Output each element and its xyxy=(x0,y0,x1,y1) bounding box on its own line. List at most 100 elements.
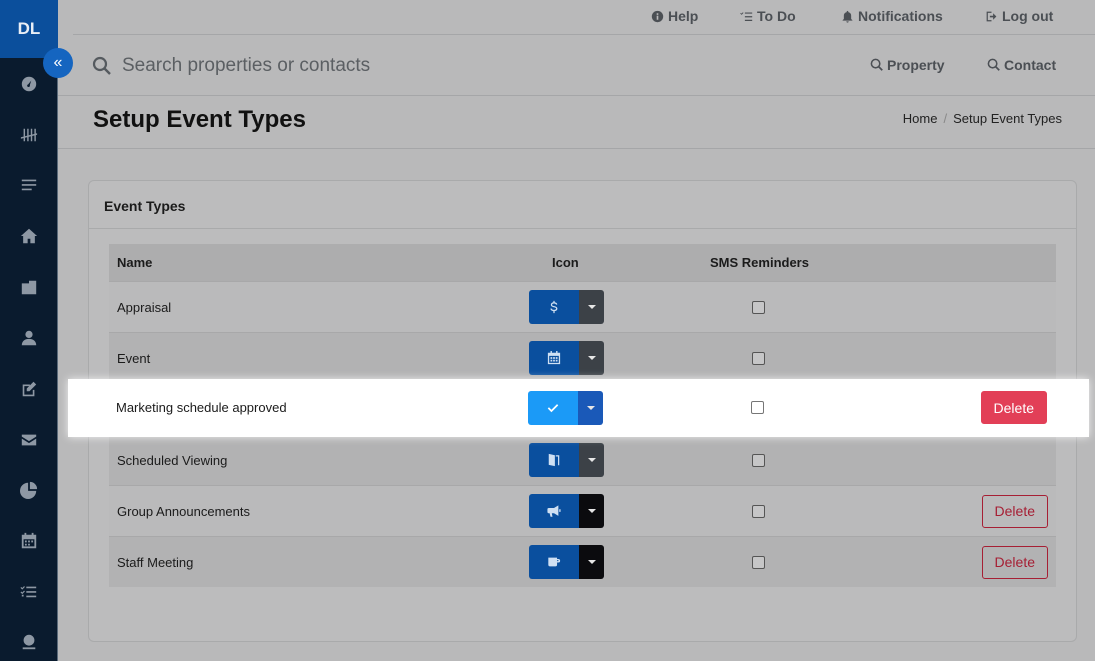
envelope-icon xyxy=(21,434,37,446)
icon-picker xyxy=(529,545,604,579)
event-type-name: Scheduled Viewing xyxy=(117,452,228,468)
sidebar-item-tasks[interactable] xyxy=(0,572,58,612)
icon-picker-button[interactable] xyxy=(529,443,579,477)
icon-dropdown-toggle[interactable] xyxy=(578,390,603,425)
table-row: Staff Meeting Delete xyxy=(109,536,1056,587)
help-link[interactable]: Help xyxy=(651,8,698,24)
sidebar-item-contacts[interactable] xyxy=(0,318,58,358)
sms-reminder-checkbox[interactable] xyxy=(752,555,765,569)
building-icon xyxy=(21,280,37,295)
sidebar-item-finance[interactable] xyxy=(0,622,58,661)
search-contact-label: Contact xyxy=(1004,57,1057,73)
table-row: Marketing schedule approved Delete xyxy=(108,382,1055,433)
dashboard-icon xyxy=(21,76,37,92)
icon-picker-button[interactable] xyxy=(528,390,578,425)
task-list-icon xyxy=(740,11,753,21)
money-icon xyxy=(22,634,36,650)
table-row: Scheduled Viewing xyxy=(109,434,1056,485)
column-header-name: Name xyxy=(117,255,153,270)
notifications-label: Notifications xyxy=(858,8,943,24)
sidebar-item-tally[interactable] xyxy=(0,115,58,155)
delete-button[interactable]: Delete xyxy=(981,494,1048,528)
icon-picker xyxy=(529,443,604,477)
search-property-link[interactable]: Property xyxy=(870,57,945,73)
coffee-icon xyxy=(548,557,561,567)
door-icon xyxy=(548,453,560,467)
icon-picker-button[interactable] xyxy=(529,494,579,528)
card-title: Event Types xyxy=(104,198,186,214)
caret-down-icon xyxy=(587,356,596,360)
event-type-name: Group Announcements xyxy=(117,503,250,519)
card-divider xyxy=(89,228,1076,229)
task-list-icon xyxy=(20,586,37,598)
icon-picker xyxy=(529,290,604,324)
search-icon xyxy=(92,56,111,75)
delete-button-label: Delete xyxy=(981,545,1048,579)
search-input[interactable] xyxy=(122,53,542,79)
sidebar-collapse-button[interactable]: « xyxy=(43,48,73,78)
sidebar-item-mail[interactable] xyxy=(0,420,58,460)
search-contact-link[interactable]: Contact xyxy=(987,57,1056,73)
sidebar-item-home[interactable] xyxy=(0,216,58,256)
logout-link[interactable]: Log out xyxy=(985,8,1053,24)
tally-icon xyxy=(20,128,38,142)
column-header-sms: SMS Reminders xyxy=(710,255,809,270)
user-icon xyxy=(21,330,37,346)
delete-button-label: Delete xyxy=(981,494,1048,528)
search-bar: Property Contact xyxy=(58,36,1095,96)
todo-label: To Do xyxy=(757,8,796,24)
sms-reminder-checkbox[interactable] xyxy=(752,504,765,518)
icon-picker xyxy=(528,390,603,425)
icon-picker-button[interactable] xyxy=(529,341,579,375)
breadcrumb-home[interactable]: Home xyxy=(903,111,938,126)
table-row: Appraisal xyxy=(109,281,1056,332)
sign-out-icon xyxy=(986,11,997,21)
icon-dropdown-toggle[interactable] xyxy=(579,290,604,324)
megaphone-icon xyxy=(547,505,561,517)
sidebar-item-edit[interactable] xyxy=(0,369,58,409)
list-icon xyxy=(21,179,37,191)
icon-picker xyxy=(529,494,604,528)
sidebar-item-reports[interactable] xyxy=(0,470,58,510)
chevrons-left-icon: « xyxy=(53,54,63,71)
delete-button[interactable]: Delete xyxy=(980,391,1047,424)
todo-link[interactable]: To Do xyxy=(740,8,796,24)
bell-icon xyxy=(842,10,853,23)
sidebar-item-calendar[interactable] xyxy=(0,521,58,561)
info-icon xyxy=(651,10,664,22)
breadcrumb-separator: / xyxy=(943,111,948,126)
icon-dropdown-toggle[interactable] xyxy=(579,443,604,477)
check-icon xyxy=(547,403,559,412)
icon-picker-button[interactable] xyxy=(529,545,579,579)
icon-picker-button[interactable] xyxy=(529,290,579,324)
icon-dropdown-toggle[interactable] xyxy=(579,341,604,375)
page-header: Setup Event Types Home / Setup Event Types xyxy=(58,97,1095,149)
page-title: Setup Event Types xyxy=(93,106,306,133)
delete-button[interactable]: Delete xyxy=(981,545,1048,579)
help-label: Help xyxy=(668,8,699,24)
calendar-icon xyxy=(547,351,561,365)
edit-icon xyxy=(22,381,37,397)
sms-reminder-checkbox[interactable] xyxy=(752,453,765,467)
caret-down-icon xyxy=(586,405,595,410)
table-header: Name Icon SMS Reminders xyxy=(109,244,1056,281)
caret-down-icon xyxy=(587,305,596,309)
icon-dropdown-toggle[interactable] xyxy=(579,545,604,579)
caret-down-icon xyxy=(587,560,596,564)
sms-reminder-checkbox[interactable] xyxy=(752,351,765,365)
sidebar-item-properties[interactable] xyxy=(0,267,58,307)
sms-reminder-checkbox[interactable] xyxy=(752,300,765,314)
breadcrumb-current: Setup Event Types xyxy=(953,111,1062,126)
sms-reminder-checkbox[interactable] xyxy=(751,401,764,414)
column-header-icon: Icon xyxy=(552,255,579,270)
icon-dropdown-toggle[interactable] xyxy=(579,494,604,528)
caret-down-icon xyxy=(587,509,596,513)
pie-chart-icon xyxy=(20,481,38,499)
dollar-icon xyxy=(550,300,558,314)
icon-picker xyxy=(529,341,604,375)
top-nav: Help To Do Notifications Log out xyxy=(73,0,1095,35)
highlighted-row: Marketing schedule approved Delete xyxy=(68,379,1089,437)
sidebar-item-list[interactable] xyxy=(0,165,58,205)
home-icon xyxy=(20,228,38,244)
notifications-link[interactable]: Notifications xyxy=(841,8,943,24)
